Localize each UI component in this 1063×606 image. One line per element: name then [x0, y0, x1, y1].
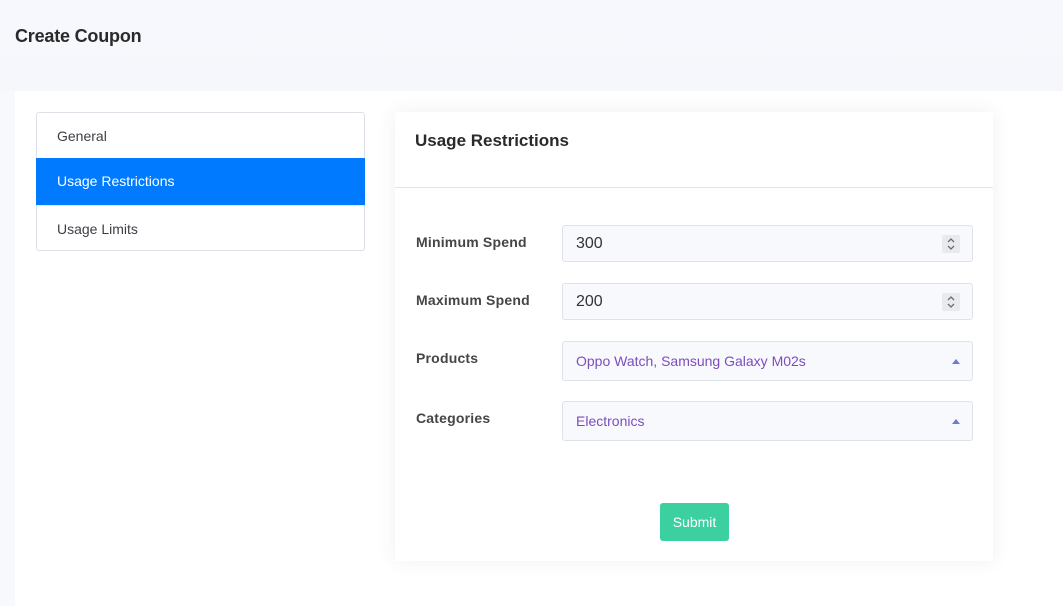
maximum-spend-value: 200	[576, 293, 603, 310]
maximum-spend-label: Maximum Spend	[416, 292, 530, 308]
nav-item-usage-limits[interactable]: Usage Limits	[37, 205, 364, 251]
maximum-spend-input[interactable]: 200	[562, 283, 973, 320]
nav-item-usage-restrictions[interactable]: Usage Restrictions	[36, 158, 365, 205]
products-select[interactable]: Oppo Watch, Samsung Galaxy M02s	[562, 341, 973, 381]
caret-up-icon	[952, 419, 960, 424]
usage-restrictions-panel: Usage Restrictions Minimum Spend 300 Max…	[395, 112, 993, 561]
products-label: Products	[416, 350, 479, 366]
products-selected-value: Oppo Watch, Samsung Galaxy M02s	[576, 353, 806, 369]
up-down-arrows-icon[interactable]	[942, 235, 960, 253]
page-title: Create Coupon	[15, 26, 142, 46]
panel-title: Usage Restrictions	[415, 131, 569, 150]
categories-label: Categories	[416, 410, 491, 426]
minimum-spend-input[interactable]: 300	[562, 225, 973, 262]
caret-up-icon	[952, 359, 960, 364]
main-card: General Usage Restrictions Usage Limits …	[15, 91, 1063, 606]
categories-selected-value: Electronics	[576, 413, 645, 429]
minimum-spend-value: 300	[576, 235, 603, 252]
nav-item-general[interactable]: General	[37, 113, 364, 159]
submit-button[interactable]: Submit	[660, 503, 729, 541]
page-header: Create Coupon	[0, 0, 1063, 91]
panel-divider	[395, 187, 993, 188]
categories-select[interactable]: Electronics	[562, 401, 973, 441]
coupon-section-nav: General Usage Restrictions Usage Limits	[36, 112, 365, 251]
up-down-arrows-icon[interactable]	[942, 293, 960, 311]
minimum-spend-label: Minimum Spend	[416, 234, 527, 250]
